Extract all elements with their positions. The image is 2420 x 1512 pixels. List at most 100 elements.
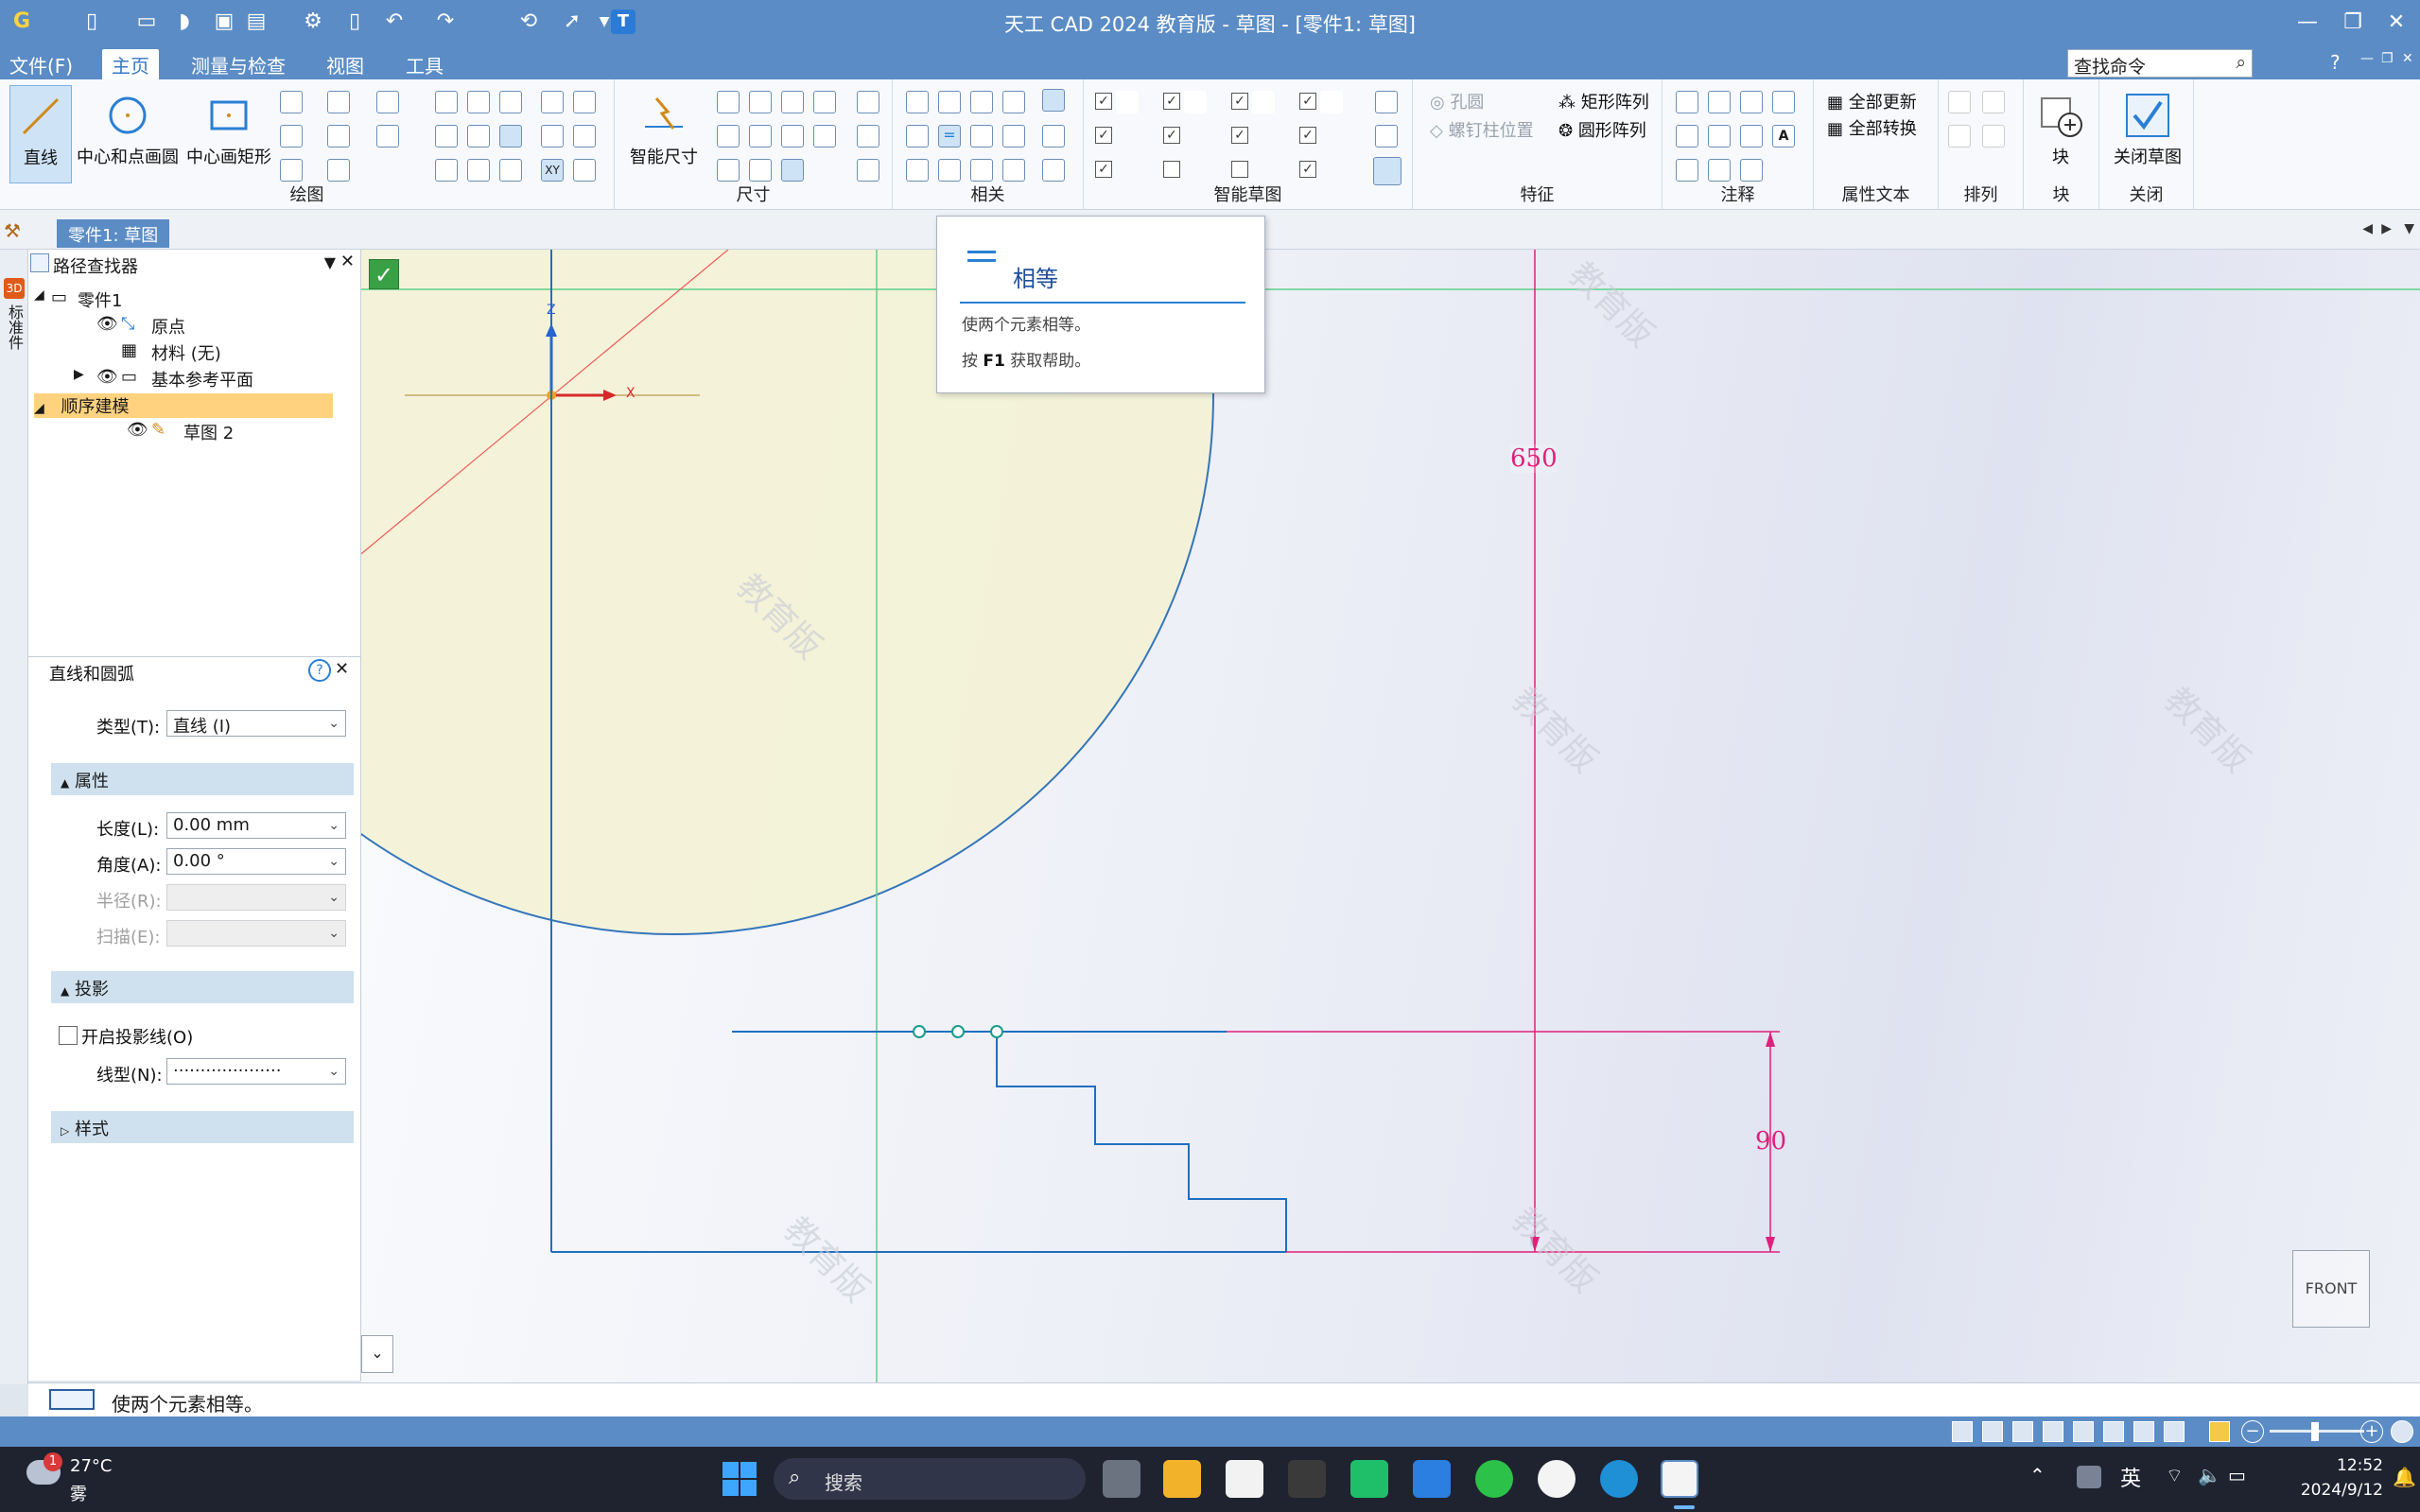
- projection-checkbox[interactable]: [59, 1026, 78, 1045]
- symmetric-icon[interactable]: [938, 159, 961, 182]
- linetype-select[interactable]: ···················· ⌄: [166, 1058, 346, 1085]
- smart-check-10[interactable]: ✓: [1299, 93, 1316, 110]
- trim-icon[interactable]: [467, 91, 490, 113]
- bolt-button[interactable]: ◇ 螺钉柱位置: [1430, 117, 1534, 142]
- rect-array-button[interactable]: ⁂ 矩形阵列: [1558, 89, 1649, 113]
- split-icon[interactable]: [467, 125, 490, 148]
- grid-icon[interactable]: [541, 125, 564, 148]
- zoom-area-icon[interactable]: [2012, 1421, 2033, 1442]
- annot-leader-icon[interactable]: [1708, 91, 1731, 113]
- grid-toggle-icon[interactable]: [2164, 1421, 2185, 1442]
- section-attributes[interactable]: ▲ 属性: [51, 763, 354, 795]
- xy-icon[interactable]: XY: [541, 159, 564, 182]
- dim-coord-icon[interactable]: [717, 159, 740, 182]
- lock-view-icon[interactable]: [2209, 1421, 2230, 1442]
- tree-item-material[interactable]: 材料 (无): [151, 340, 221, 365]
- ribbon-close-button[interactable]: ✕: [2393, 49, 2420, 68]
- smart-options-icon[interactable]: [1375, 91, 1398, 113]
- text-pos-icon[interactable]: [857, 159, 879, 182]
- maintain-icon[interactable]: [1042, 159, 1065, 182]
- cursor-icon[interactable]: [573, 91, 596, 113]
- zoom-slider-thumb[interactable]: [2311, 1422, 2319, 1441]
- app-green-icon[interactable]: [1350, 1460, 1388, 1498]
- smart-check-4[interactable]: ✓: [1163, 93, 1180, 110]
- smart-filter-icon[interactable]: [1375, 125, 1398, 148]
- tree-item-seq-model[interactable]: ◢ 顺序建模: [34, 393, 333, 418]
- edit-icon[interactable]: [573, 159, 596, 182]
- length-field[interactable]: 0.00 mm ⌄: [166, 812, 346, 839]
- menu-measure[interactable]: 测量与检查: [182, 49, 295, 80]
- tab-scroll-left-icon[interactable]: ◀: [2362, 221, 2373, 236]
- zoom-out-icon[interactable]: −: [2241, 1420, 2264, 1443]
- document-tab[interactable]: 零件1: 草图: [57, 219, 170, 248]
- dim-angle2-icon[interactable]: [813, 91, 836, 113]
- update-all-button[interactable]: ▦ 全部更新: [1827, 89, 1917, 113]
- smart-check-7[interactable]: ✓: [1231, 93, 1248, 110]
- connect-icon[interactable]: [906, 91, 929, 113]
- hammer-icon[interactable]: ⚒: [4, 219, 28, 244]
- curve-icon[interactable]: [280, 125, 303, 148]
- tree-item-origin[interactable]: 原点: [151, 314, 185, 339]
- close-window-button[interactable]: ✕: [2377, 6, 2415, 40]
- corner-icon[interactable]: [573, 125, 596, 148]
- smart-check-5[interactable]: ✓: [1163, 127, 1180, 144]
- block-button[interactable]: 块: [2028, 85, 2094, 183]
- start-icon[interactable]: [723, 1462, 757, 1496]
- tree-item-sketch[interactable]: 草图 2: [183, 420, 234, 444]
- smart-check-11[interactable]: ✓: [1299, 127, 1316, 144]
- dim-linear-icon[interactable]: [717, 91, 740, 113]
- eye-icon[interactable]: 👁: [96, 314, 118, 334]
- sketch-drawing[interactable]: [361, 250, 2420, 1382]
- tray-app-icon[interactable]: [2077, 1466, 2101, 1488]
- taskbar-search[interactable]: ⌕ 搜索: [774, 1458, 1086, 1500]
- rotate-icon[interactable]: [2133, 1421, 2154, 1442]
- hole-button[interactable]: ◎ 孔圆: [1430, 89, 1484, 113]
- convert-all-button[interactable]: ▦ 全部转换: [1827, 115, 1917, 140]
- annot-balloon-icon[interactable]: [1740, 91, 1763, 113]
- smart-check-12[interactable]: ✓: [1299, 161, 1316, 178]
- annot-surface-icon[interactable]: [1676, 159, 1698, 182]
- tab-list-icon[interactable]: ▼: [2404, 221, 2414, 236]
- command-search-input[interactable]: 查找命令 ⌕: [2067, 49, 2253, 78]
- restore-button[interactable]: ❐: [2334, 6, 2372, 40]
- pencil-icon[interactable]: [435, 159, 458, 182]
- smart-dimension-button[interactable]: 智能尺寸: [622, 85, 705, 183]
- file-explorer-icon[interactable]: [1163, 1460, 1201, 1498]
- forward-icon[interactable]: [1948, 125, 1971, 148]
- tree-item-ref-planes[interactable]: 基本参考平面: [151, 367, 253, 391]
- edge-icon[interactable]: [1600, 1460, 1638, 1498]
- smart-check-6[interactable]: [1163, 161, 1180, 178]
- arc-icon[interactable]: [280, 91, 303, 113]
- menu-file[interactable]: 文件(F): [0, 49, 82, 80]
- pan-icon[interactable]: [2103, 1421, 2124, 1442]
- annot-edge-icon[interactable]: [1740, 159, 1763, 182]
- smart-check-9[interactable]: [1231, 161, 1248, 178]
- tab-scroll-right-icon[interactable]: ▶: [2381, 221, 2392, 236]
- dim-sym-icon[interactable]: [781, 125, 804, 148]
- panel-close-icon[interactable]: ✕: [340, 252, 355, 271]
- symmetric-axis-icon[interactable]: [1042, 125, 1065, 148]
- volume-icon[interactable]: 🔈: [2198, 1464, 2221, 1486]
- backward-icon[interactable]: [1982, 125, 2005, 148]
- tree-expand-icon[interactable]: ◢: [34, 287, 44, 303]
- wifi-icon[interactable]: ⌔: [2166, 1464, 2184, 1487]
- view-save-icon[interactable]: [1982, 1421, 2003, 1442]
- polygon-icon[interactable]: [327, 159, 350, 182]
- send-back-icon[interactable]: [1982, 91, 2005, 113]
- equal-icon[interactable]: =: [938, 125, 961, 148]
- canvas-dropdown[interactable]: ⌄: [361, 1335, 393, 1373]
- section-projection[interactable]: ▲ 投影: [51, 971, 354, 1003]
- battery-icon[interactable]: ▭: [2228, 1464, 2246, 1486]
- menu-home[interactable]: 主页: [102, 49, 159, 79]
- section-style[interactable]: ▷ 样式: [51, 1111, 354, 1143]
- dim-symbol-icon[interactable]: [749, 159, 772, 182]
- midpoint-icon[interactable]: [970, 159, 993, 182]
- smart-check-2[interactable]: ✓: [1095, 127, 1112, 144]
- eye-icon[interactable]: 👁: [127, 420, 148, 440]
- menu-tools[interactable]: 工具: [396, 49, 453, 80]
- rect-fill-icon[interactable]: [499, 91, 522, 113]
- smart-check-8[interactable]: ✓: [1231, 127, 1248, 144]
- clock-date[interactable]: 2024/9/12: [2279, 1481, 2383, 1500]
- fit-all-icon[interactable]: [2073, 1421, 2094, 1442]
- tree-collapse-icon[interactable]: ▶: [74, 367, 84, 382]
